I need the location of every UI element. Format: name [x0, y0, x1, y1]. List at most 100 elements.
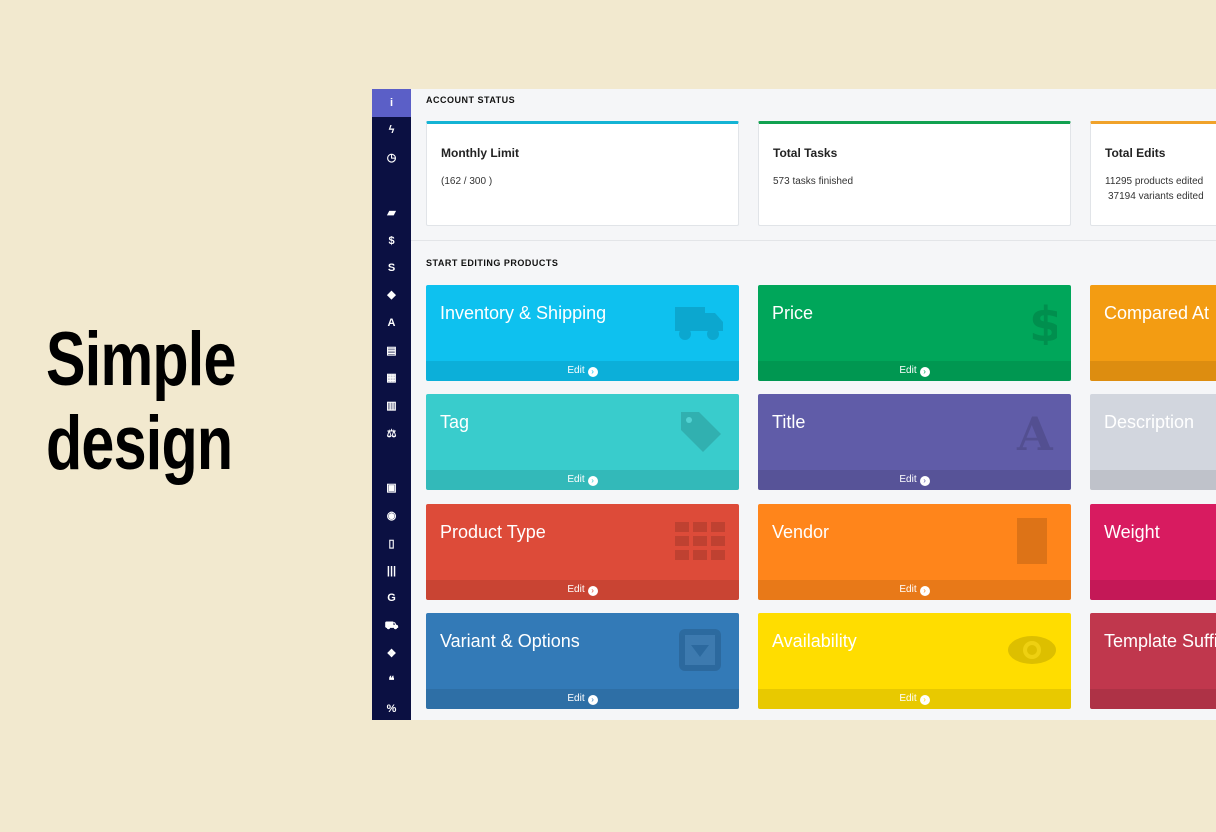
tile-label: Title	[772, 412, 806, 432]
edit-link[interactable]: Edit›	[426, 361, 739, 381]
font-icon: A	[387, 317, 396, 329]
file-code-icon: ▤	[386, 345, 397, 357]
tile-weight[interactable]: Weight Edit›	[1090, 504, 1216, 600]
sidebar-item-dollar[interactable]: $	[372, 231, 411, 251]
arrow-circle-right-icon: ›	[587, 695, 598, 705]
tile-description[interactable]: Description Edit›	[1090, 394, 1216, 490]
sidebar-item-tag[interactable]: ◆	[372, 285, 411, 305]
sidebar-item-google[interactable]: G	[372, 588, 411, 608]
tile-vendor[interactable]: Vendor Edit ›	[758, 504, 1071, 600]
building-icon: ▥	[386, 400, 397, 412]
stat-card-value: 573 tasks finished	[773, 176, 854, 187]
caret-square-down-icon: ▣	[386, 482, 397, 494]
sidebar-item-quote[interactable]: ❝	[372, 671, 411, 691]
edit-link[interactable]: Edit›	[1090, 689, 1216, 709]
headline-line-1: Simple	[46, 317, 236, 402]
sidebar-item-building[interactable]: ▥	[372, 396, 411, 416]
edit-link[interactable]: Edit›	[1090, 580, 1216, 600]
cart-icon: ⛟	[384, 620, 399, 632]
sidebar-item-percent[interactable]: %	[372, 699, 411, 719]
edit-link[interactable]: Edit›	[426, 580, 739, 600]
edit-link[interactable]: Edit›	[758, 689, 1071, 709]
arrow-circle-right-icon: ›	[919, 476, 930, 486]
edit-link[interactable]: Edit›	[758, 580, 1071, 600]
truck-icon	[675, 299, 725, 345]
sidebar-item-file-text[interactable]: ▯	[372, 534, 411, 554]
tile-price[interactable]: $ Price Edit ›	[758, 285, 1071, 381]
tile-availability[interactable]: Availability Edit ›	[758, 613, 1071, 709]
tile-product-type[interactable]: Product Type Edit ›	[426, 504, 739, 600]
truck-icon: ▰	[387, 207, 396, 219]
google-icon: G	[387, 592, 396, 604]
edit-link[interactable]: Edit›	[426, 470, 739, 490]
edit-label: Edit	[567, 584, 585, 595]
arrow-circle-right-icon: ›	[587, 367, 598, 377]
quote-icon: ❝	[388, 675, 395, 687]
tile-title[interactable]: A Title Edit ›	[758, 394, 1071, 490]
account-status-title: ACCOUNT STATUS	[426, 95, 516, 105]
percent-icon: %	[386, 703, 397, 715]
arrow-circle-right-icon: ›	[919, 367, 930, 377]
edit-link[interactable]: Edit›	[426, 689, 739, 709]
cubes-icon: ❖	[386, 648, 397, 660]
tile-label: Template Suffix	[1104, 631, 1216, 651]
dollar-icon: $	[1007, 297, 1062, 353]
tile-label: Price	[772, 303, 814, 323]
arrow-circle-right-icon: ›	[587, 586, 598, 596]
stat-card-value: (162 / 300 )	[441, 176, 493, 187]
headline: Simple design	[46, 318, 249, 486]
sidebar-item-barcode[interactable]: |||	[372, 561, 411, 581]
tile-compared-at[interactable]: Compared At Edit›	[1090, 285, 1216, 381]
sidebar-item-file-code[interactable]: ▤	[372, 341, 411, 361]
edit-link[interactable]: Edit›	[1090, 470, 1216, 490]
sidebar-item-caret-square-down[interactable]: ▣	[372, 478, 411, 498]
tile-inventory-shipping[interactable]: Inventory & Shipping Edit ›	[426, 285, 739, 381]
main-content: ACCOUNT STATUS Monthly Limit (162 / 300 )…	[411, 89, 1216, 720]
svg-text:$: $	[1029, 299, 1057, 345]
font-icon: A	[1007, 407, 1057, 461]
bolt-icon: ϟ	[388, 124, 395, 136]
edit-label: Edit	[899, 693, 917, 704]
tile-label: Inventory & Shipping	[440, 303, 607, 323]
sidebar-item-info[interactable]: i	[372, 89, 411, 117]
eye-icon: ◉	[386, 510, 397, 522]
sidebar-item-cart[interactable]: ⛟	[372, 616, 411, 636]
tile-template-suffix[interactable]: Template Suffix Edit›	[1090, 613, 1216, 709]
start-editing-title: START EDITING PRODUCTS	[426, 258, 559, 268]
edit-link[interactable]: Edit›	[1090, 361, 1216, 381]
stat-card-title: Monthly Limit	[441, 146, 519, 160]
clock-icon: ◷	[386, 152, 397, 164]
file-text-icon: ▯	[388, 538, 395, 550]
sidebar-item-cubes[interactable]: ❖	[372, 644, 411, 664]
stat-card-value: 37194 variants edited	[1108, 191, 1204, 202]
sidebar-item-strikethrough[interactable]: S	[372, 258, 411, 278]
tile-label: Availability	[772, 631, 857, 651]
sidebar-item-bolt[interactable]: ϟ	[372, 120, 411, 140]
edit-label: Edit	[567, 365, 585, 376]
sidebar: i ϟ ◷ ▰ $ S ◆ A ▤ ▦ ▥ ⚖ ▣ ◉ ▯ ||| G ⛟ ❖ ❝%	[372, 89, 411, 720]
tile-tag[interactable]: Tag Edit ›	[426, 394, 739, 490]
sidebar-item-clock[interactable]: ◷	[372, 148, 411, 168]
tile-label: Description	[1104, 412, 1195, 432]
tile-variant-options[interactable]: Variant & Options Edit ›	[426, 613, 739, 709]
sidebar-item-eye[interactable]: ◉	[372, 506, 411, 526]
edit-link[interactable]: Edit›	[758, 470, 1071, 490]
sidebar-item-balance-scale[interactable]: ⚖	[372, 424, 411, 444]
sidebar-item-truck[interactable]: ▰	[372, 203, 411, 223]
app-window: i ϟ ◷ ▰ $ S ◆ A ▤ ▦ ▥ ⚖ ▣ ◉ ▯ ||| G ⛟ ❖ ❝% ACCOUNT STATUS M…	[372, 89, 1216, 720]
edit-link[interactable]: Edit›	[758, 361, 1071, 381]
sidebar-item-grid[interactable]: ▦	[372, 368, 411, 388]
sidebar-item-font[interactable]: A	[372, 313, 411, 333]
tile-label: Compared At	[1104, 303, 1210, 323]
tile-label: Tag	[440, 412, 470, 432]
tag-icon: ◆	[387, 289, 396, 301]
barcode-icon: |||	[386, 565, 397, 577]
stat-card-value: 11295 products edited	[1105, 176, 1204, 187]
tile-label: Weight	[1104, 522, 1160, 542]
building-icon	[1007, 518, 1057, 564]
tile-label: Product Type	[440, 522, 546, 542]
grid-icon: ▦	[386, 372, 397, 384]
stat-card-title: Total Edits	[1105, 146, 1166, 160]
eye-icon	[1007, 627, 1057, 673]
tag-icon	[675, 408, 725, 454]
